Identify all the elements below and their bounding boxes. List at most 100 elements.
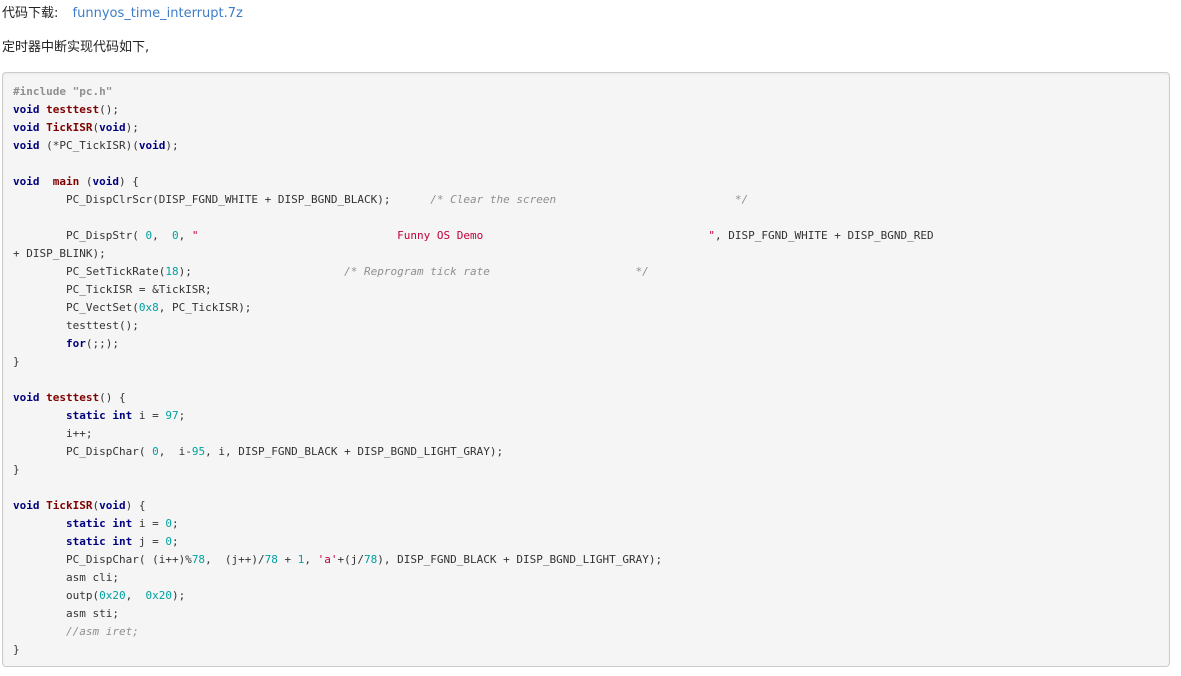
code-keyword: int [112,535,133,548]
code-line: i++; [13,425,934,443]
code-text: PC_VectSet( [13,301,139,314]
code-line: static int j = 0; [13,533,934,551]
code-block: #include "pc.h" void testtest(); void Tick… [2,72,1170,667]
code-keyword: void [99,499,126,512]
code-line: PC_DispChar( (i++)%78, (j++)/78 + 1, 'a'… [13,551,934,569]
code-line: for(;;); [13,335,934,353]
code-number: 97 [165,409,179,422]
code-function-name: main [52,175,80,188]
code-line: //asm iret; [13,623,934,641]
code-text: testtest(); [13,319,139,332]
code-line: void main (void) { [13,173,934,191]
code-comment: //asm iret; [65,625,139,638]
code-text: i++; [13,427,93,440]
code-number: 0 [165,535,172,548]
code-keyword: static [65,535,106,548]
code-line: PC_TickISR = &TickISR; [13,281,934,299]
code-keyword: void [92,175,120,188]
code-text: asm sti; [13,607,119,620]
code-text: i = [132,409,166,422]
code-text: , [125,589,146,602]
code-line: PC_VectSet(0x8, PC_TickISR); [13,299,934,317]
code-keyword: static [65,409,106,422]
code-text: ); [178,265,345,278]
code-text: () { [99,391,126,404]
code-number: 0x20 [99,589,126,602]
code-text: , (j++)/ [205,553,265,566]
code-function-name: TickISR [46,121,93,134]
download-link[interactable]: funnyos_time_interrupt.7z [73,6,243,21]
code-text: } [13,355,20,368]
code-text: , [152,229,172,242]
code-line: } [13,461,934,479]
code-text: } [13,643,20,656]
code-number: 0x8 [138,301,159,314]
code-keyword: void [13,391,40,404]
code-text: } [13,463,20,476]
code-text: + [277,553,298,566]
code-line: testtest(); [13,317,934,335]
code-text: + DISP_BLINK); [13,247,106,260]
code-keyword: void [13,121,40,134]
code-text: (;;); [85,337,119,350]
code-number: 78 [191,553,206,566]
code-keyword: for [65,337,86,350]
download-line: 代码下载: funnyos_time_interrupt.7z [2,4,243,24]
code-text: +(j/ [337,553,365,566]
code-lines: #include "pc.h" void testtest(); void Tick… [13,83,934,659]
code-line: asm cli; [13,569,934,587]
code-line: PC_DispChar( 0, i-95, i, DISP_FGND_BLACK… [13,443,934,461]
code-string: 'a' [317,553,338,566]
code-line: void (*PC_TickISR)(void); [13,137,934,155]
code-number: 0 [152,445,159,458]
code-line: PC_SetTickRate(18); /* Reprogram tick ra… [13,263,934,281]
download-label: 代码下载: [2,6,59,21]
code-number: 18 [165,265,179,278]
code-keyword: static [65,517,106,530]
code-keyword: void [13,139,40,152]
code-text: , [304,553,318,566]
code-keyword: int [112,409,133,422]
code-text: ; [171,535,179,548]
code-line: } [13,353,934,371]
code-line: + DISP_BLINK); [13,245,934,263]
code-line: } [13,641,934,659]
code-text: (*PC_TickISR)( [39,139,139,152]
code-number: 78 [264,553,278,566]
code-text: PC_DispClrScr(DISP_FGND_WHITE + DISP_BGN… [13,193,431,206]
code-line: PC_DispStr( 0, 0, " Funny OS Demo ", DIS… [13,227,934,245]
code-text: , PC_TickISR); [158,301,252,314]
code-text: j = [132,535,166,548]
code-comment: /* Clear the screen */ [430,193,749,206]
code-line: void testtest(); [13,101,934,119]
code-text: ( [79,175,93,188]
code-text: ); [171,589,186,602]
code-function-name: testtest [46,391,100,404]
code-text: , i- [158,445,192,458]
code-number: 78 [364,553,378,566]
code-function-name: TickISR [46,499,93,512]
code-string: " Funny OS Demo " [191,229,716,242]
code-text: ), DISP_FGND_BLACK + DISP_BGND_LIGHT_GRA… [377,553,663,566]
code-function-name: testtest [46,103,100,116]
code-text: PC_DispStr( [13,229,146,242]
intro-text: 定时器中断实现代码如下, [2,40,150,55]
code-keyword: void [13,103,40,116]
code-keyword: void [138,139,166,152]
code-number: 0 [171,229,179,242]
code-line: asm sti; [13,605,934,623]
code-text: ; [171,517,179,530]
code-keyword: void [13,499,40,512]
code-keyword: int [112,517,133,530]
code-line: static int i = 0; [13,515,934,533]
code-text: (); [99,103,119,116]
